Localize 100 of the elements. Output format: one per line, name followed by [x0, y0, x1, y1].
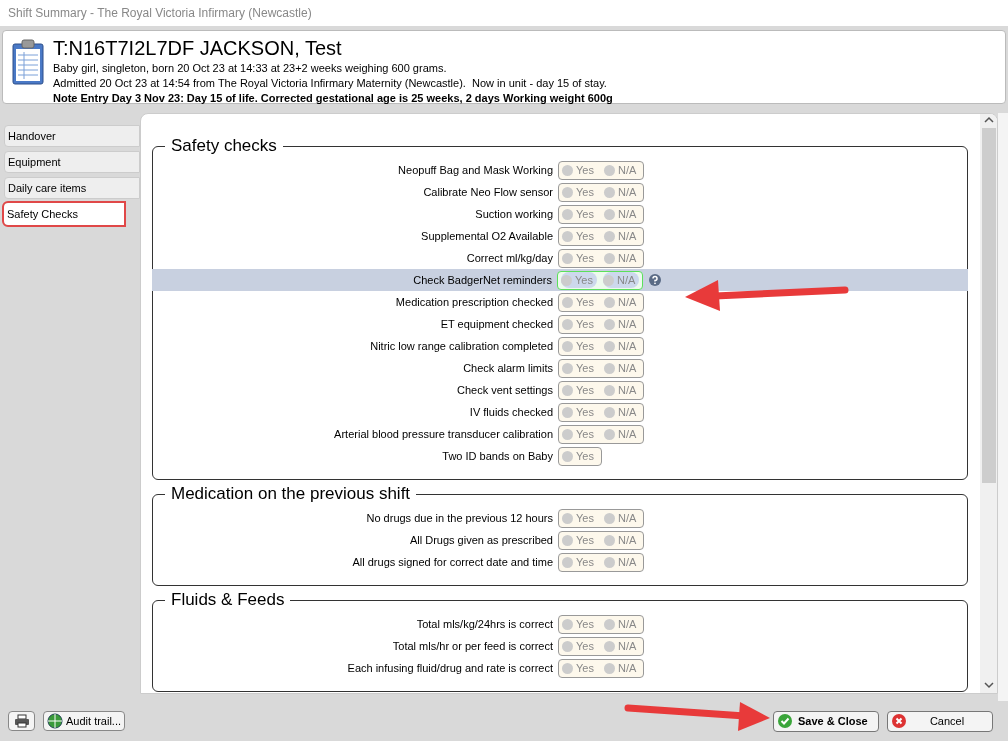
sidebar-tab[interactable]: Equipment: [4, 151, 140, 173]
radio-label: N/A: [617, 554, 637, 570]
radio-group[interactable]: Yes N/A: [558, 508, 645, 528]
radio-button[interactable]: [603, 512, 615, 524]
radio-button[interactable]: [562, 450, 573, 462]
radio-button[interactable]: [562, 512, 573, 524]
radio-button[interactable]: [603, 230, 615, 242]
radio-button[interactable]: [562, 340, 573, 352]
radio-button[interactable]: [603, 164, 615, 176]
radio-button[interactable]: [562, 556, 573, 568]
printer-icon: [13, 714, 30, 728]
radio-label: Yes: [576, 448, 594, 464]
sidebar-tab[interactable]: Safety Checks: [4, 203, 124, 225]
radio-group[interactable]: Yes N/A: [558, 614, 645, 634]
field-label: Check vent settings: [456, 382, 554, 398]
radio-group[interactable]: Yes N/A: [558, 160, 645, 180]
radio-label: Yes: [576, 360, 594, 376]
radio-button[interactable]: [562, 384, 573, 396]
radio-group[interactable]: Yes N/A: [558, 552, 645, 572]
radio-group[interactable]: Yes N/A: [558, 182, 645, 202]
radio-button[interactable]: [562, 534, 573, 546]
radio-button[interactable]: [603, 662, 615, 674]
sidebar-tab[interactable]: Handover: [4, 125, 140, 147]
radio-button[interactable]: [603, 556, 615, 568]
scroll-up-icon[interactable]: [983, 116, 994, 124]
radio-button[interactable]: [562, 662, 573, 674]
radio-label: N/A: [617, 338, 637, 354]
field-label: Total mls/hr or per feed is correct: [391, 638, 554, 654]
radio-group[interactable]: Yes N/A: [558, 530, 645, 550]
radio-button[interactable]: [562, 208, 573, 220]
radio-label: N/A: [617, 404, 637, 420]
globe-icon: [47, 713, 63, 729]
radio-button[interactable]: [562, 406, 573, 418]
scroll-down-icon[interactable]: [983, 681, 994, 689]
radio-button[interactable]: [562, 318, 573, 330]
radio-button[interactable]: [562, 164, 573, 176]
field-label: Nitric low range calibration completed: [369, 338, 554, 354]
radio-label: Yes: [575, 272, 593, 288]
window-title: Shift Summary - The Royal Victoria Infirmary (Newcastle): [8, 5, 312, 22]
field-label: Each infusing fluid/drug and rate is correct: [346, 660, 554, 676]
radio-button[interactable]: [603, 208, 615, 220]
radio-button[interactable]: [562, 640, 573, 652]
field-label: All Drugs given as prescribed: [408, 532, 554, 548]
radio-label: Yes: [576, 404, 594, 420]
radio-group[interactable]: Yes N/A: [558, 336, 645, 356]
radio-label: N/A: [617, 638, 637, 654]
audit-trail-button[interactable]: Audit trail...: [43, 711, 126, 731]
field-label: Check BadgerNet reminders: [412, 272, 553, 288]
radio-group[interactable]: Yes N/A: [558, 358, 645, 378]
radio-button[interactable]: [562, 252, 573, 264]
print-button[interactable]: [8, 711, 35, 731]
radio-label: N/A: [617, 228, 637, 244]
radio-group[interactable]: Yes N/A: [558, 380, 645, 400]
radio-button[interactable]: [603, 618, 615, 630]
radio-label: N/A: [617, 426, 637, 442]
radio-button[interactable]: [603, 384, 615, 396]
radio-button[interactable]: [603, 318, 615, 330]
radio-button[interactable]: [603, 362, 615, 374]
field-label: Total mls/kg/24hrs is correct: [415, 616, 554, 632]
radio-group[interactable]: Yes N/A: [558, 204, 645, 224]
radio-button[interactable]: [603, 252, 615, 264]
cancel-button[interactable]: Cancel: [887, 710, 993, 732]
radio-group[interactable]: Yes N/A: [558, 424, 645, 444]
radio-label: Yes: [576, 206, 594, 222]
radio-button[interactable]: [562, 618, 573, 630]
radio-button[interactable]: [603, 406, 615, 418]
sidebar-tab[interactable]: Daily care items: [4, 177, 140, 199]
radio-button[interactable]: [603, 428, 615, 440]
radio-group[interactable]: Yes N/A: [558, 248, 645, 268]
radio-group[interactable]: Yes N/A: [558, 636, 645, 656]
radio-button[interactable]: [603, 640, 615, 652]
field-label: All drugs signed for correct date and time: [351, 554, 554, 570]
close-icon: [892, 714, 906, 728]
radio-button[interactable]: [562, 362, 573, 374]
radio-button[interactable]: [603, 534, 615, 546]
radio-button[interactable]: [603, 186, 615, 198]
radio-button[interactable]: [562, 186, 573, 198]
radio-group[interactable]: Yes N/A: [558, 658, 645, 678]
radio-label: Yes: [576, 554, 594, 570]
radio-group[interactable]: Yes N/A: [558, 402, 645, 422]
radio-group[interactable]: Yes N/A: [558, 292, 645, 312]
radio-button[interactable]: [562, 230, 573, 242]
patient-details: Baby girl, singleton, born 20 Oct 23 at 14:33 at 23+2 weeks weighing 600 grams.: [53, 61, 448, 76]
field-label: Neopuff Bag and Mask Working: [397, 162, 554, 178]
radio-button[interactable]: [562, 428, 573, 440]
radio-button[interactable]: [561, 274, 572, 286]
help-icon[interactable]: [649, 274, 662, 286]
radio-group[interactable]: Yes N/A: [557, 270, 644, 290]
radio-group[interactable]: Yes N/A: [558, 226, 645, 246]
radio-label: N/A: [617, 294, 637, 310]
radio-button[interactable]: [603, 340, 615, 352]
radio-label: N/A: [617, 162, 637, 178]
save-close-button[interactable]: Save & Close: [773, 710, 879, 732]
radio-button[interactable]: [562, 296, 573, 308]
radio-group[interactable]: Yes: [558, 446, 602, 466]
radio-button[interactable]: [602, 274, 614, 286]
radio-button[interactable]: [603, 296, 615, 308]
radio-group[interactable]: Yes N/A: [558, 314, 645, 334]
scrollbar-thumb[interactable]: [981, 128, 996, 483]
field-label: Medication prescription checked: [394, 294, 554, 310]
